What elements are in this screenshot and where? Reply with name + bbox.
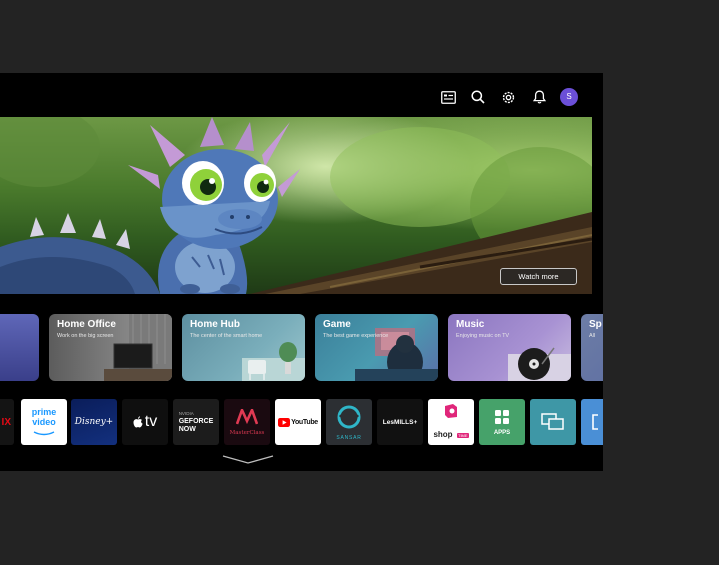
card-title: Home Hub bbox=[190, 319, 240, 330]
card-sports[interactable]: Sp All bbox=[581, 314, 603, 381]
screen-share-icon bbox=[541, 413, 564, 430]
search-icon[interactable] bbox=[468, 87, 488, 107]
settings-icon[interactable] bbox=[498, 87, 518, 107]
card-title: Home Office bbox=[57, 319, 116, 330]
sansar-label: SANSAR bbox=[336, 434, 362, 441]
masterclass-logo-icon bbox=[235, 406, 259, 424]
shop-time-badge: TIME bbox=[457, 432, 469, 438]
app-next[interactable] bbox=[581, 399, 603, 445]
youtube-label: YouTube bbox=[291, 418, 318, 426]
apple-icon bbox=[133, 416, 143, 428]
prime-smile-icon bbox=[33, 431, 55, 436]
lesmills-label: LesMILLS+ bbox=[382, 418, 418, 426]
card-title: Sp bbox=[589, 319, 602, 330]
sansar-logo-icon bbox=[337, 405, 361, 428]
geforce-label: GEFORCE bbox=[178, 418, 214, 425]
notification-icon[interactable] bbox=[529, 87, 549, 107]
watch-more-button[interactable]: Watch more bbox=[500, 268, 577, 285]
app-netflix[interactable]: IX bbox=[0, 399, 14, 445]
profile-avatar[interactable]: S bbox=[560, 88, 578, 106]
shop-label: shop bbox=[433, 429, 453, 439]
shop-bag-icon bbox=[445, 403, 457, 418]
app-disney-plus[interactable]: Disney+ bbox=[71, 399, 117, 445]
card-subtitle: The best game experience bbox=[323, 333, 389, 339]
card-subtitle: All bbox=[589, 333, 596, 339]
nvidia-label: NVIDIA bbox=[178, 411, 194, 416]
card-subtitle: Enjoying music on TV bbox=[456, 333, 510, 339]
card-subtitle: The center of the smart home bbox=[190, 333, 263, 339]
apps-label: APPS bbox=[493, 429, 511, 436]
youtube-play-icon bbox=[278, 417, 291, 427]
disney-label: Disney+ bbox=[74, 417, 114, 427]
app-shoptime[interactable]: shop TIME bbox=[428, 399, 474, 445]
hero-banner[interactable]: Watch more bbox=[0, 117, 592, 294]
prime-label: prime bbox=[31, 407, 57, 417]
apps-grid-icon bbox=[495, 409, 509, 424]
card-music[interactable]: Music Enjoying music on TV bbox=[448, 314, 571, 381]
app-screen-share[interactable] bbox=[530, 399, 576, 445]
video-label: video bbox=[32, 417, 56, 427]
bracket-icon bbox=[592, 414, 598, 430]
app-masterclass[interactable]: MasterClass bbox=[224, 399, 270, 445]
tv-screen: S Watch more Home Office Work on the big… bbox=[0, 73, 603, 471]
card-home-hub[interactable]: Home Hub The center of the smart home bbox=[182, 314, 305, 381]
app-apps[interactable]: APPS bbox=[479, 399, 525, 445]
app-geforce-now[interactable]: NVIDIA GEFORCE NOW bbox=[173, 399, 219, 445]
app-prime-video[interactable]: prime video bbox=[21, 399, 67, 445]
card-subtitle: Work on the big screen bbox=[57, 333, 114, 339]
card-previous[interactable] bbox=[0, 314, 39, 381]
app-apple-tv[interactable]: tv bbox=[122, 399, 168, 445]
card-title: Game bbox=[323, 319, 351, 330]
app-youtube[interactable]: YouTube bbox=[275, 399, 321, 445]
now-label: NOW bbox=[178, 426, 196, 433]
masterclass-label: MasterClass bbox=[229, 429, 265, 436]
app-sansar[interactable]: SANSAR bbox=[326, 399, 372, 445]
apple-tv-label: tv bbox=[144, 413, 158, 430]
card-game[interactable]: Game The best game experience bbox=[315, 314, 438, 381]
app-lesmills[interactable]: LesMILLS+ bbox=[377, 399, 423, 445]
netflix-label: IX bbox=[1, 416, 11, 428]
card-home-office[interactable]: Home Office Work on the big screen bbox=[49, 314, 172, 381]
chevron-down-icon[interactable] bbox=[222, 455, 274, 465]
card-title: Music bbox=[456, 319, 485, 330]
guide-icon[interactable] bbox=[438, 87, 458, 107]
